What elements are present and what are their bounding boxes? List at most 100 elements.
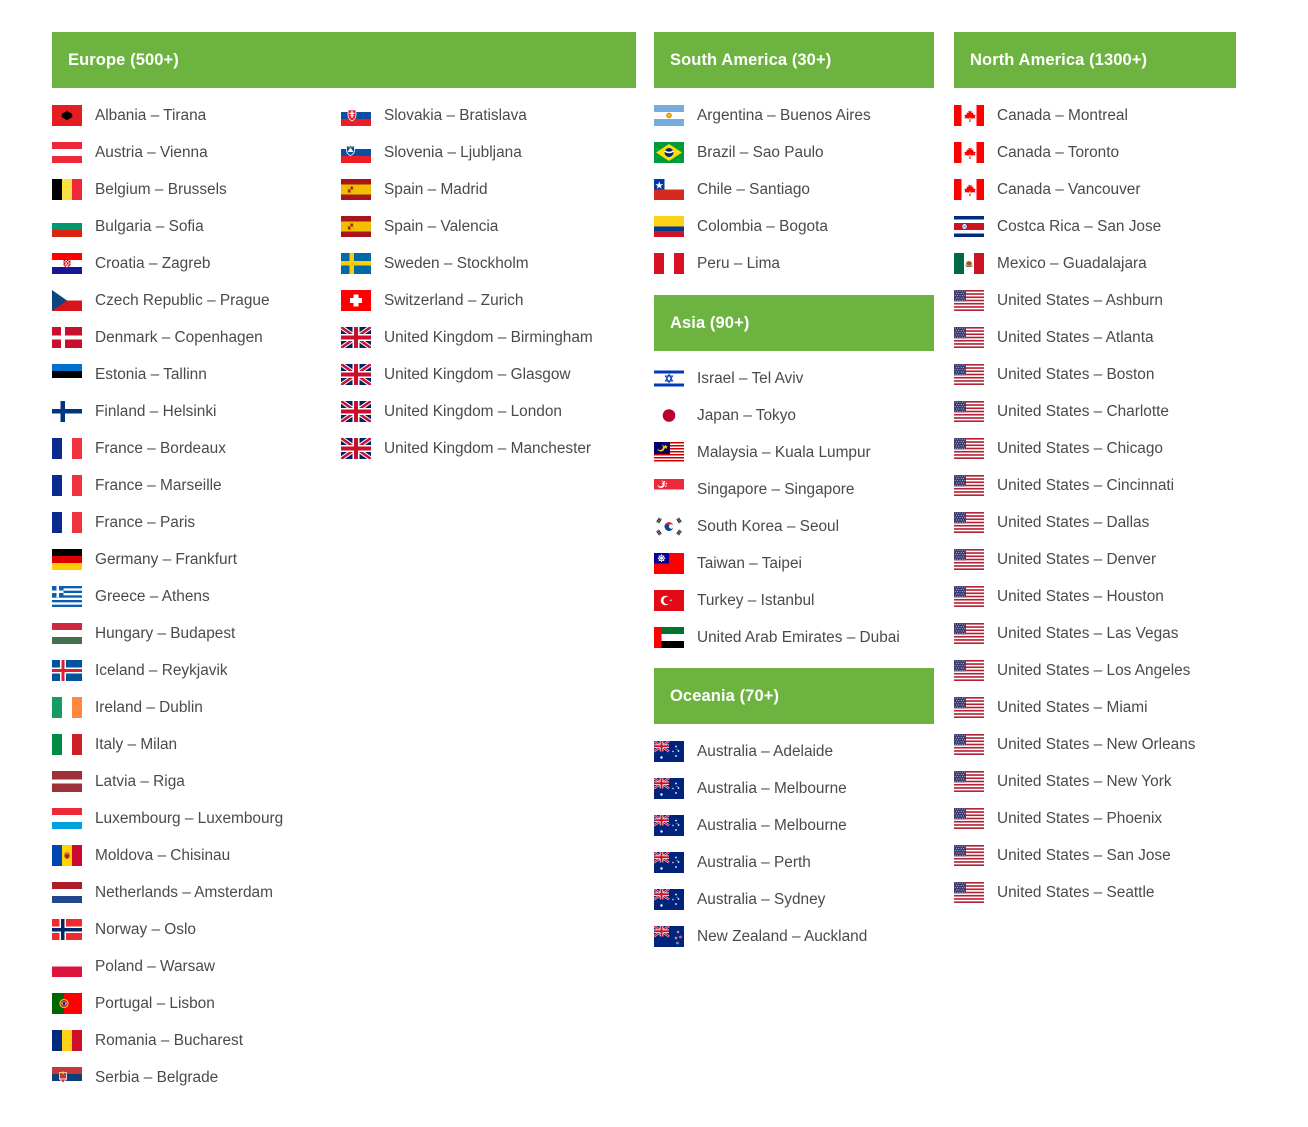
location-row: France – Paris <box>52 504 341 541</box>
region-list-oceania: Australia – Adelaide Australia – Melbourn… <box>654 724 934 955</box>
location-row: Denmark – Copenhagen <box>52 319 341 356</box>
location-row: United States – New York <box>954 763 1236 800</box>
flag-icon-cr <box>954 216 984 237</box>
location-row: United Kingdom – London <box>341 393 631 430</box>
location-row: Estonia – Tallinn <box>52 356 341 393</box>
flag-icon-cl <box>654 179 684 200</box>
location-row: Iceland – Reykjavik <box>52 652 341 689</box>
location-label: Malaysia – Kuala Lumpur <box>697 443 871 461</box>
location-row: Serbia – Belgrade <box>52 1059 341 1096</box>
location-row: Brazil – Sao Paulo <box>654 134 934 171</box>
location-label: United States – Boston <box>997 365 1155 383</box>
region-header-oceania: Oceania (70+) <box>654 668 934 724</box>
location-row: United Kingdom – Manchester <box>341 430 631 467</box>
location-row: Austria – Vienna <box>52 134 341 171</box>
location-label: United States – Ashburn <box>997 291 1163 309</box>
location-row: Slovakia – Bratislava <box>341 97 631 134</box>
flag-icon-bg <box>52 216 82 237</box>
flag-icon-es <box>341 216 371 237</box>
region-title-south-america: South America (30+) <box>670 50 832 69</box>
location-label: Belgium – Brussels <box>95 180 227 198</box>
flag-icon-us <box>954 549 984 570</box>
region-title-europe: Europe (500+) <box>68 50 179 69</box>
flag-icon-hu <box>52 623 82 644</box>
location-label: Costca Rica – San Jose <box>997 217 1162 235</box>
location-row: Spain – Madrid <box>341 171 631 208</box>
location-label: Slovakia – Bratislava <box>384 106 527 124</box>
location-row: Mexico – Guadalajara <box>954 245 1236 282</box>
location-row: United States – Ashburn <box>954 282 1236 319</box>
location-label: New Zealand – Auckland <box>697 927 868 945</box>
flag-icon-lu <box>52 808 82 829</box>
location-label: United States – Charlotte <box>997 402 1169 420</box>
location-label: Luxembourg – Luxembourg <box>95 809 284 827</box>
location-label: Moldova – Chisinau <box>95 846 231 864</box>
location-label: Canada – Toronto <box>997 143 1120 161</box>
location-label: Norway – Oslo <box>95 920 196 938</box>
location-label: Argentina – Buenos Aires <box>697 106 871 124</box>
location-row: Costca Rica – San Jose <box>954 208 1236 245</box>
location-row: Belgium – Brussels <box>52 171 341 208</box>
flag-icon-tr <box>654 590 684 611</box>
location-row: United States – Miami <box>954 689 1236 726</box>
location-row: Chile – Santiago <box>654 171 934 208</box>
region-title-north-america: North America (1300+) <box>970 50 1148 69</box>
location-label: Romania – Bucharest <box>95 1031 243 1049</box>
location-row: Italy – Milan <box>52 726 341 763</box>
region-section-north-america: North America (1300+) Canada – Montreal C… <box>954 32 1236 911</box>
location-row: Spain – Valencia <box>341 208 631 245</box>
location-row: Sweden – Stockholm <box>341 245 631 282</box>
flag-icon-al <box>52 105 82 126</box>
location-row: Taiwan – Taipei <box>654 545 934 582</box>
location-label: Albania – Tirana <box>95 106 207 124</box>
location-label: United States – Las Vegas <box>997 624 1179 642</box>
flag-icon-us <box>954 290 984 311</box>
location-label: Ireland – Dublin <box>95 698 203 716</box>
location-label: Australia – Melbourne <box>697 816 847 834</box>
location-row: United States – Charlotte <box>954 393 1236 430</box>
location-label: Slovenia – Ljubljana <box>384 143 522 161</box>
flag-icon-ae <box>654 627 684 648</box>
region-list-north-america: Canada – Montreal Canada – Toronto Canada … <box>954 88 1236 911</box>
location-row: Latvia – Riga <box>52 763 341 800</box>
flag-icon-us <box>954 327 984 348</box>
location-label: Serbia – Belgrade <box>95 1068 219 1086</box>
region-section-europe: Europe (500+) Albania – Tirana Austria – … <box>52 32 636 1096</box>
flag-icon-us <box>954 734 984 755</box>
flag-icon-si <box>341 142 371 163</box>
location-row: South Korea – Seoul <box>654 508 934 545</box>
location-row: Australia – Melbourne <box>654 807 934 844</box>
location-label: Chile – Santiago <box>697 180 810 198</box>
flag-icon-ca <box>954 179 984 200</box>
location-label: Germany – Frankfurt <box>95 550 237 568</box>
flag-icon-us <box>954 401 984 422</box>
flag-icon-ch <box>341 290 371 311</box>
location-label: United Kingdom – London <box>384 402 562 420</box>
location-row: United States – Phoenix <box>954 800 1236 837</box>
region-title-oceania: Oceania (70+) <box>670 686 780 705</box>
location-row: France – Marseille <box>52 467 341 504</box>
location-label: Spain – Madrid <box>384 180 488 198</box>
location-row: United States – Houston <box>954 578 1236 615</box>
flag-icon-us <box>954 586 984 607</box>
location-row: United Arab Emirates – Dubai <box>654 619 934 656</box>
location-row: United States – Cincinnati <box>954 467 1236 504</box>
region-list-europe: Albania – Tirana Austria – Vienna Belgium … <box>52 88 636 1096</box>
location-label: United States – Dallas <box>997 513 1150 531</box>
flag-icon-rs <box>52 1067 82 1088</box>
flag-icon-jp <box>654 405 684 426</box>
flag-icon-fr <box>52 512 82 533</box>
location-label: United States – Atlanta <box>997 328 1154 346</box>
location-label: Denmark – Copenhagen <box>95 328 263 346</box>
region-column-middle: South America (30+) Argentina – Buenos A… <box>654 32 934 955</box>
flag-icon-be <box>52 179 82 200</box>
flag-icon-ee <box>52 364 82 385</box>
location-label: United Kingdom – Birmingham <box>384 328 593 346</box>
flag-icon-se <box>341 253 371 274</box>
flag-icon-us <box>954 882 984 903</box>
location-label: Estonia – Tallinn <box>95 365 207 383</box>
location-row: United States – Los Angeles <box>954 652 1236 689</box>
location-label: United States – San Jose <box>997 846 1171 864</box>
flag-icon-de <box>52 549 82 570</box>
flag-icon-sg <box>654 479 684 500</box>
